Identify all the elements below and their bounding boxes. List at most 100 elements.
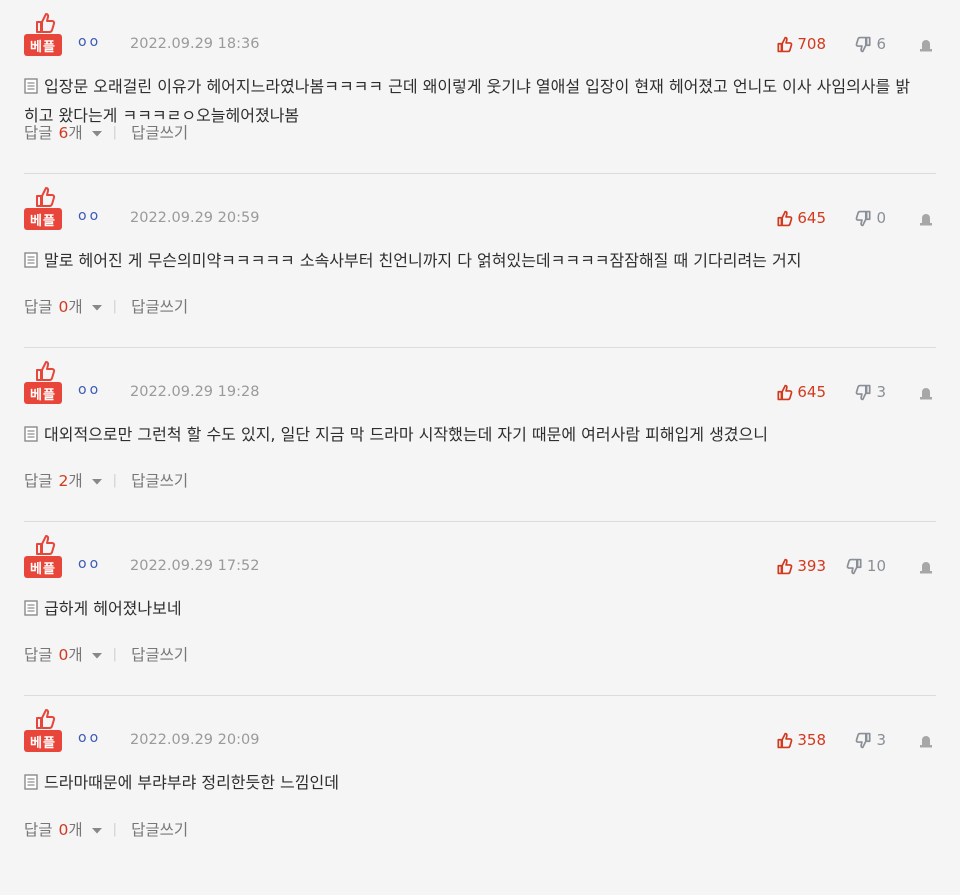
divider: |: [112, 124, 118, 140]
comment-date: 2022.09.29 18:36: [130, 36, 260, 52]
report-button[interactable]: [918, 559, 934, 578]
comment-item: 베플 oo 2022.09.29 20:59 645 0 말로 헤어진 게 무슨…: [24, 174, 936, 348]
like-count: 645: [797, 209, 826, 227]
comment-item: 베플 oo 2022.09.29 20:09 358 3 드라마때문에 부랴부랴…: [24, 696, 936, 870]
report-siren-icon: [920, 736, 932, 748]
divider: |: [112, 472, 118, 488]
reply-unit: 개: [68, 821, 83, 839]
best-comment-marker: 베플: [24, 708, 64, 754]
reply-unit: 개: [68, 646, 83, 664]
reply-count: 6: [58, 124, 69, 142]
author-name[interactable]: oo: [78, 556, 101, 572]
report-siren-icon: [920, 40, 932, 52]
thumbs-down-icon: [856, 384, 871, 400]
reply-label: 답글: [24, 298, 53, 316]
dislike-button[interactable]: 10: [846, 557, 886, 575]
dislike-button[interactable]: 0: [855, 209, 886, 227]
comment-date: 2022.09.29 19:28: [130, 384, 260, 400]
reply-label: 답글: [24, 472, 53, 490]
best-badge: 베플: [24, 208, 62, 230]
reply-toggle[interactable]: 답글 0개: [24, 818, 113, 840]
dislike-button[interactable]: 6: [855, 35, 886, 53]
reply-toggle[interactable]: 답글 6개: [24, 121, 113, 143]
dislike-count: 0: [876, 209, 886, 227]
dislike-button[interactable]: 3: [855, 731, 886, 749]
dislike-count: 10: [866, 557, 886, 575]
document-icon: [24, 78, 38, 94]
best-thumbs-up-icon: [36, 709, 56, 729]
comment-text: 입장문 오래걸린 이유가 헤어지느라였나봄ㅋㅋㅋㅋ 근데 왜이렇게 웃기냐 열애…: [24, 77, 911, 125]
thumbs-down-icon: [846, 558, 862, 574]
dislike-count: 3: [876, 383, 886, 401]
reply-row: 답글 0개 | 답글쓰기: [24, 295, 188, 317]
thumbs-down-icon: [856, 210, 871, 226]
comment-text: 드라마때문에 부랴부랴 정리한듯한 느낌인데: [44, 773, 339, 792]
best-badge: 베플: [24, 34, 62, 56]
author-name[interactable]: oo: [78, 208, 101, 224]
like-button[interactable]: 358: [776, 731, 826, 749]
reply-unit: 개: [68, 472, 83, 490]
author-name[interactable]: oo: [78, 382, 101, 398]
author-name[interactable]: oo: [78, 34, 101, 50]
like-button[interactable]: 645: [776, 209, 826, 227]
report-siren-icon: [920, 562, 932, 574]
reply-toggle[interactable]: 답글 0개: [24, 643, 113, 665]
reply-label: 답글: [24, 646, 53, 664]
best-badge: 베플: [24, 382, 62, 404]
comment-text: 급하게 헤어졌나보네: [44, 599, 182, 618]
author-name[interactable]: oo: [78, 730, 101, 746]
like-count: 645: [797, 383, 826, 401]
divider: |: [112, 298, 118, 314]
document-icon: [24, 774, 38, 790]
reply-row: 답글 2개 | 답글쓰기: [24, 469, 188, 491]
write-reply-button[interactable]: 답글쓰기: [131, 818, 188, 840]
reply-count: 0: [58, 298, 69, 316]
reply-unit: 개: [68, 124, 83, 142]
like-button[interactable]: 645: [776, 383, 826, 401]
comment-list: 베플 oo 2022.09.29 18:36 708 6 입장문 오래걸린 이유…: [0, 0, 960, 870]
write-reply-button[interactable]: 답글쓰기: [131, 469, 188, 491]
like-button[interactable]: 393: [776, 557, 826, 575]
dislike-button[interactable]: 3: [855, 383, 886, 401]
reply-count: 0: [58, 821, 69, 839]
thumbs-up-icon: [777, 210, 793, 226]
best-thumbs-up-icon: [36, 13, 56, 33]
report-button[interactable]: [918, 385, 934, 404]
thumbs-up-icon: [777, 36, 793, 52]
comment-item: 베플 oo 2022.09.29 19:28 645 3 대외적으로만 그런척 …: [24, 348, 936, 522]
reply-count: 0: [58, 646, 69, 664]
report-siren-icon: [920, 388, 932, 400]
like-count: 708: [797, 35, 826, 53]
caret-down-icon: [91, 472, 103, 490]
reply-row: 답글 0개 | 답글쓰기: [24, 818, 188, 840]
comment-item: 베플 oo 2022.09.29 18:36 708 6 입장문 오래걸린 이유…: [24, 0, 936, 174]
write-reply-button[interactable]: 답글쓰기: [131, 121, 188, 143]
divider: |: [112, 646, 118, 662]
comment-body: 급하게 헤어졌나보네: [24, 594, 924, 623]
document-icon: [24, 426, 38, 442]
caret-down-icon: [91, 821, 103, 839]
comment-body: 대외적으로만 그런척 할 수도 있지, 일단 지금 막 드라마 시작했는데 자기…: [24, 420, 924, 449]
dislike-count: 6: [876, 35, 886, 53]
best-comment-marker: 베플: [24, 186, 64, 232]
reply-label: 답글: [24, 821, 53, 839]
document-icon: [24, 600, 38, 616]
document-icon: [24, 252, 38, 268]
write-reply-button[interactable]: 답글쓰기: [131, 643, 188, 665]
dislike-count: 3: [876, 731, 886, 749]
write-reply-button[interactable]: 답글쓰기: [131, 295, 188, 317]
best-thumbs-up-icon: [36, 187, 56, 207]
report-button[interactable]: [918, 37, 934, 56]
report-button[interactable]: [918, 211, 934, 230]
comment-body: 드라마때문에 부랴부랴 정리한듯한 느낌인데: [24, 768, 924, 797]
reply-toggle[interactable]: 답글 0개: [24, 295, 113, 317]
comment-date: 2022.09.29 20:09: [130, 732, 260, 748]
like-count: 358: [797, 731, 826, 749]
report-button[interactable]: [918, 733, 934, 752]
best-comment-marker: 베플: [24, 534, 64, 580]
reply-count: 2: [58, 472, 69, 490]
reply-toggle[interactable]: 답글 2개: [24, 469, 113, 491]
reply-unit: 개: [68, 298, 83, 316]
like-button[interactable]: 708: [776, 35, 826, 53]
caret-down-icon: [91, 298, 103, 316]
